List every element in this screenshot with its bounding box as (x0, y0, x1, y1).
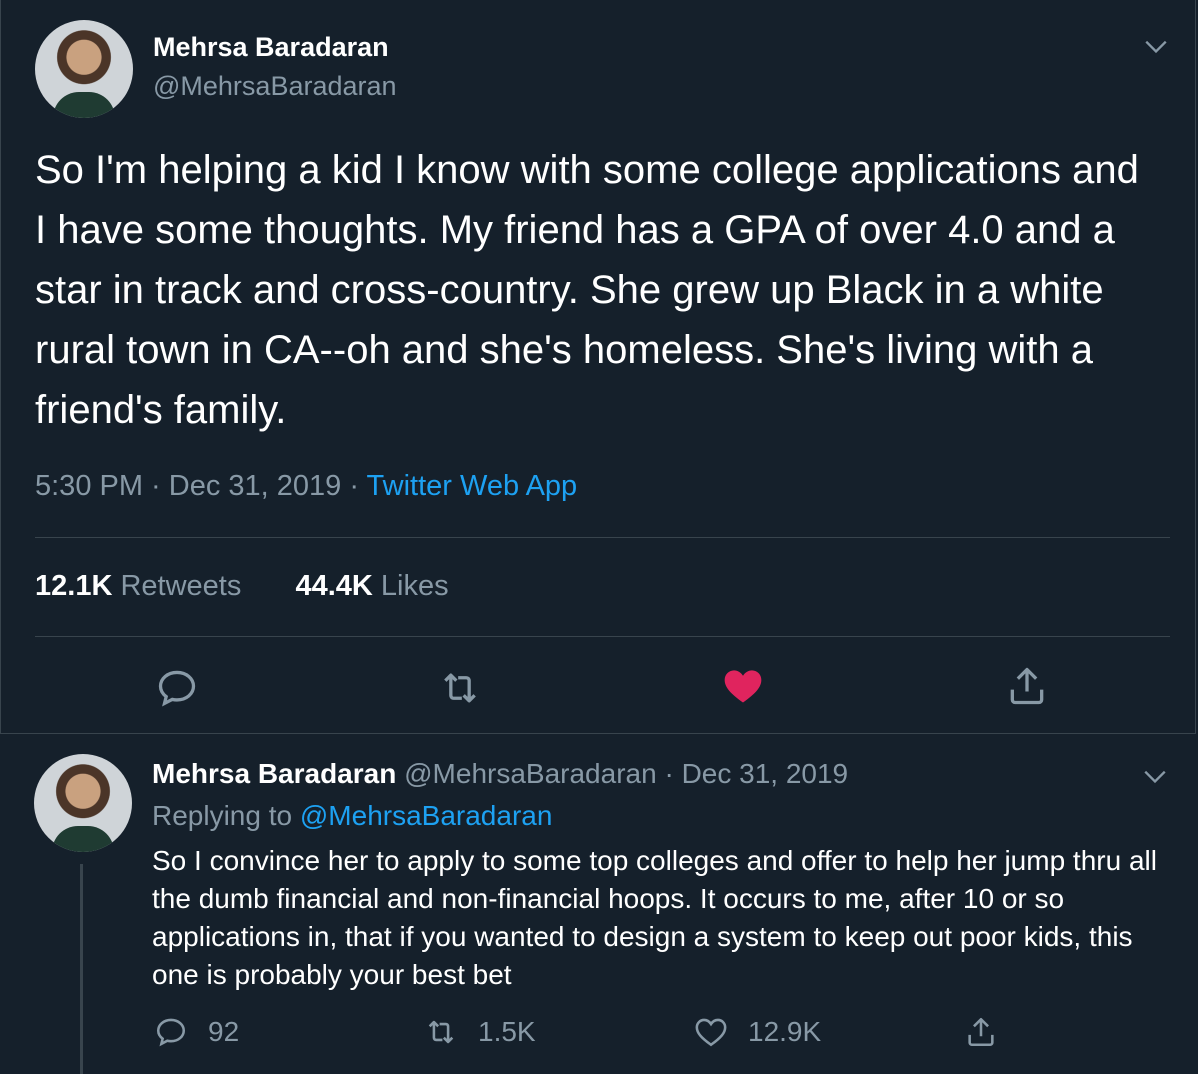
reply-count: 92 (208, 1016, 240, 1047)
reply-author-handle[interactable]: @MehrsaBaradaran (404, 758, 657, 789)
meta-separator: · (143, 470, 169, 502)
chevron-down-icon[interactable] (1142, 763, 1168, 789)
share-icon[interactable] (964, 1015, 998, 1049)
retweet-count: 1.5K (478, 1016, 536, 1047)
tweet-metadata: 5:30 PM · Dec 31, 2019 · Twitter Web App (35, 470, 577, 503)
replying-to-label: Replying to (152, 800, 300, 831)
retweets-stat[interactable]: 12.1K Retweets (35, 570, 241, 602)
divider (35, 636, 1170, 637)
tweet-text: So I'm helping a kid I know with some co… (35, 148, 1139, 432)
meta-separator: · (341, 470, 367, 502)
tweet-date[interactable]: Dec 31, 2019 (169, 470, 342, 502)
reply-author-name[interactable]: Mehrsa Baradaran (152, 758, 396, 789)
meta-separator: · (656, 758, 682, 789)
replying-to: Replying to @MehrsaBaradaran (152, 800, 552, 832)
likes-stat[interactable]: 44.4K Likes (295, 570, 448, 602)
reply-date[interactable]: Dec 31, 2019 (682, 758, 849, 789)
divider (35, 537, 1170, 538)
reply-retweet-action[interactable]: 1.5K (424, 1012, 536, 1052)
retweet-icon[interactable] (424, 1015, 458, 1049)
reply-share-action[interactable] (964, 1012, 1018, 1052)
reply-icon[interactable] (155, 666, 199, 710)
like-icon[interactable] (694, 1015, 728, 1049)
replying-to-link[interactable]: @MehrsaBaradaran (300, 800, 553, 831)
author-handle[interactable]: @MehrsaBaradaran (153, 71, 397, 102)
like-icon[interactable] (721, 664, 765, 708)
chevron-down-icon[interactable] (1143, 33, 1169, 59)
author-name[interactable]: Mehrsa Baradaran (153, 32, 389, 63)
share-icon[interactable] (1005, 664, 1049, 708)
reply-header: Mehrsa Baradaran @MehrsaBaradaran · Dec … (152, 758, 848, 790)
reply-icon[interactable] (154, 1015, 188, 1049)
like-count: 12.9K (748, 1016, 822, 1047)
tweet-source-app[interactable]: Twitter Web App (367, 470, 578, 502)
tweet-time[interactable]: 5:30 PM (35, 470, 143, 502)
engagement-stats: 12.1K Retweets 44.4K Likes (35, 570, 449, 603)
retweet-icon[interactable] (438, 666, 482, 710)
reply-author-avatar[interactable] (34, 754, 132, 852)
main-tweet: Mehrsa Baradaran @MehrsaBaradaran So I'm… (0, 0, 1196, 734)
reply-like-action[interactable]: 12.9K (694, 1012, 821, 1052)
reply-text: So I convince her to apply to some top c… (152, 845, 1157, 990)
reply-reply-action[interactable]: 92 (154, 1012, 239, 1052)
author-avatar[interactable] (35, 20, 133, 118)
thread-connector (80, 864, 83, 1074)
